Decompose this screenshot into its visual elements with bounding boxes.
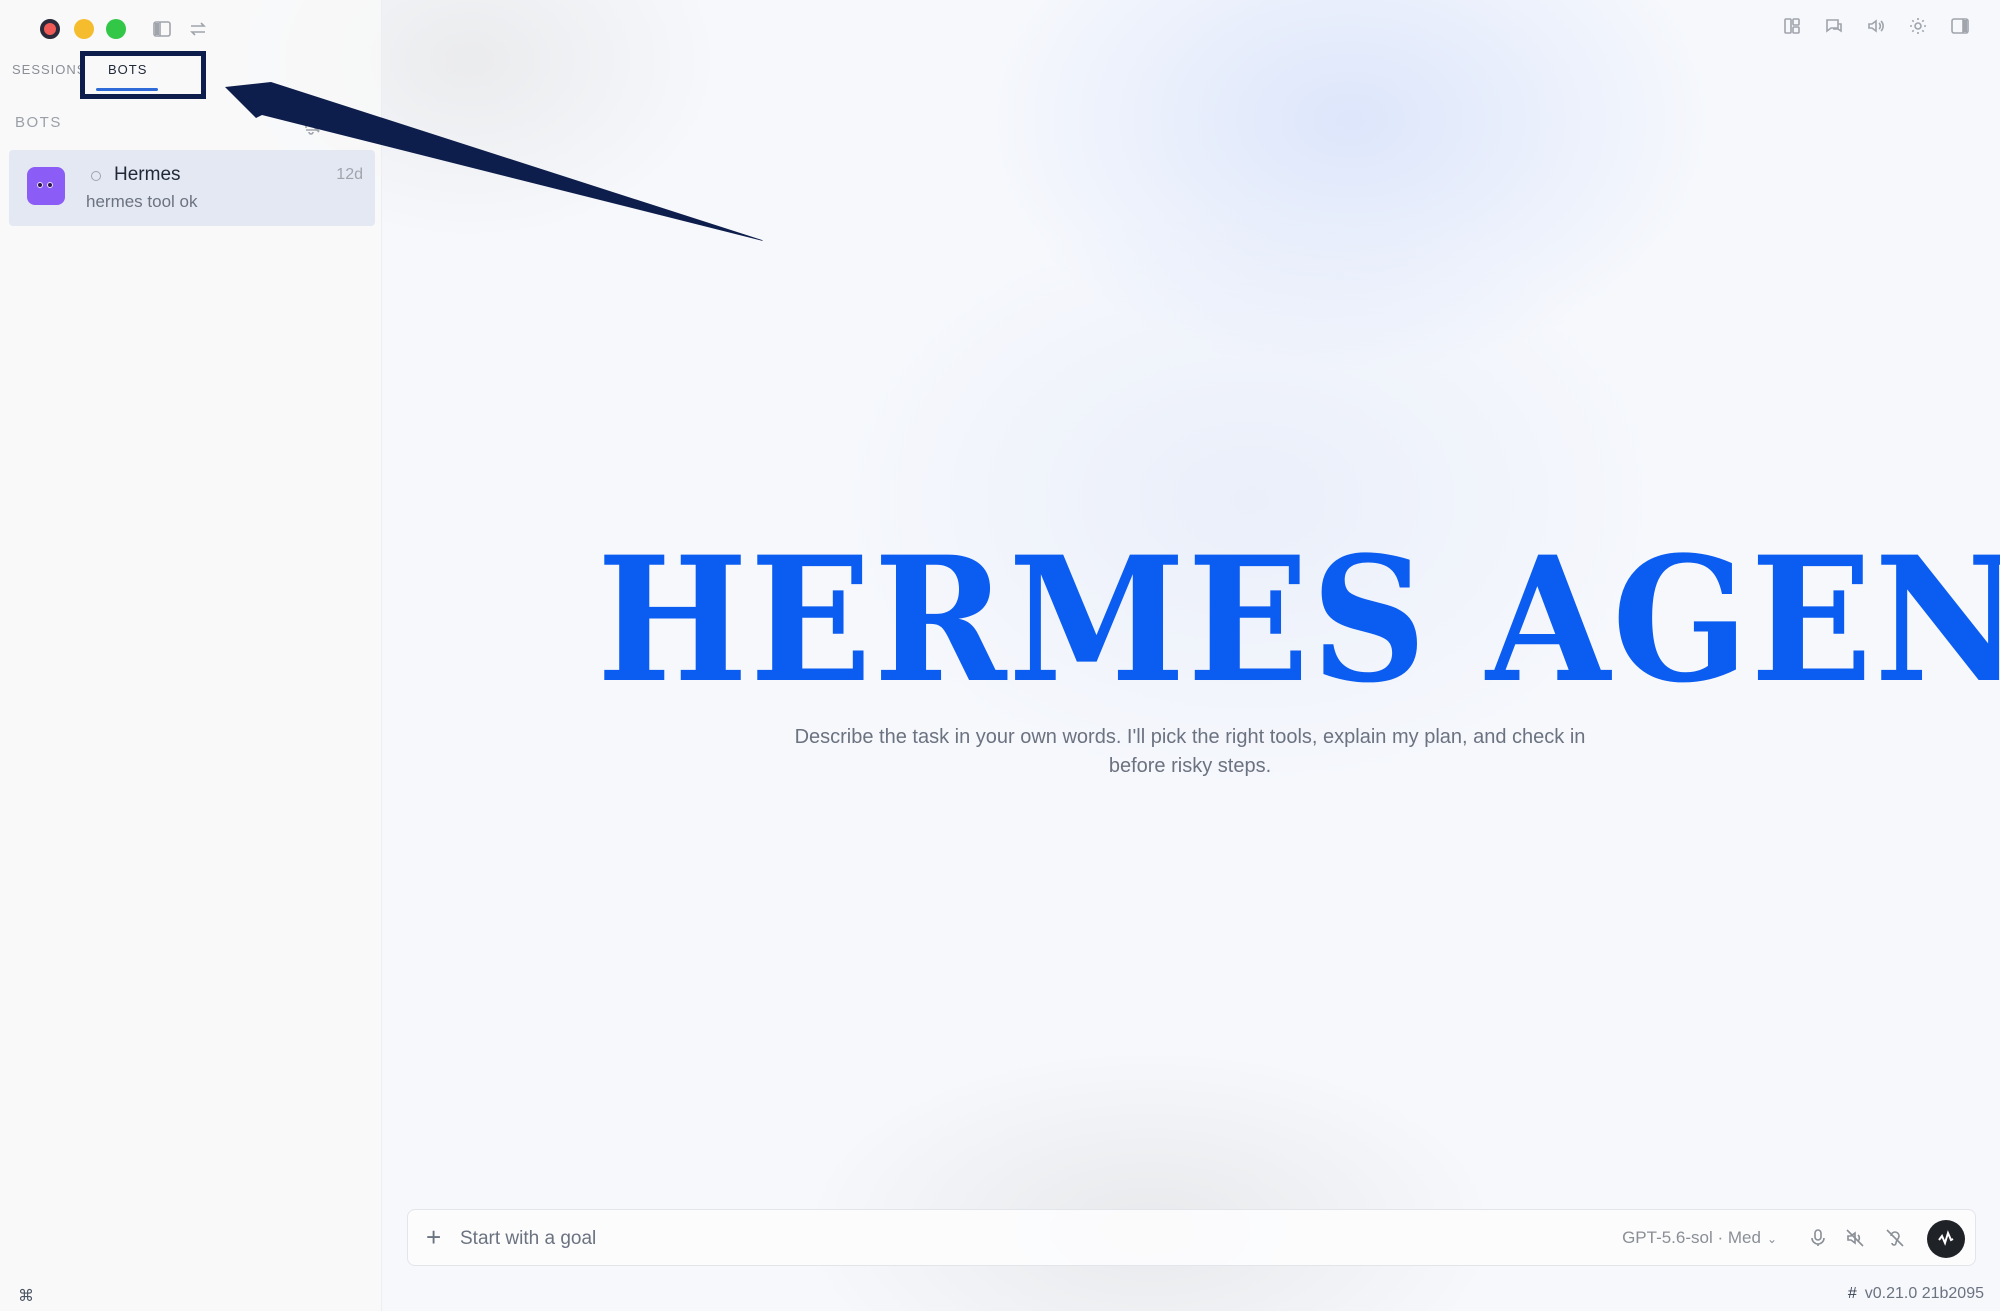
status-indicator-icon — [91, 171, 101, 181]
panel-icon[interactable] — [1948, 14, 1972, 38]
bell-off-icon[interactable] — [300, 113, 324, 137]
volume-icon[interactable] — [1864, 14, 1888, 38]
window-maximize-button[interactable] — [106, 19, 126, 39]
window-minimize-button[interactable] — [74, 19, 94, 39]
section-label-bots: BOTS — [15, 114, 62, 131]
mic-icon[interactable] — [1806, 1226, 1830, 1250]
hero-title: HERMES AGENT — [596, 518, 2000, 721]
annotation-highlight-box — [80, 51, 206, 99]
app-window: SESSIONS BOTS BOTS | Hermes 12d hermes t… — [0, 0, 2000, 1311]
bot-name: Hermes — [114, 164, 181, 185]
gear-icon[interactable] — [1906, 14, 1930, 38]
command-icon[interactable]: ⌘ — [18, 1286, 34, 1306]
avatar-eye-icon — [37, 182, 43, 188]
plus-icon[interactable]: + — [426, 1222, 441, 1252]
bot-list-item[interactable]: Hermes 12d hermes tool ok — [9, 150, 375, 226]
ear-off-icon[interactable] — [1883, 1226, 1907, 1250]
version-label: v0.21.0 — [1864, 1285, 1918, 1302]
volume-off-icon[interactable] — [1843, 1226, 1867, 1250]
avatar-eye-icon — [47, 182, 53, 188]
version-info: # v0.21.0 21b2095 — [1848, 1285, 1984, 1303]
model-selector-label: GPT-5.6-sol · Med — [1622, 1228, 1761, 1247]
top-right-toolbar — [1780, 14, 1972, 38]
hero-tagline: Describe the task in your own words. I'l… — [794, 726, 1586, 777]
chevron-down-icon: ⌄ — [1766, 1232, 1777, 1246]
sidebar-toggle-icon[interactable] — [150, 17, 174, 41]
chat-icon[interactable] — [1822, 14, 1846, 38]
bot-timestamp: 12d — [336, 166, 363, 183]
swap-icon[interactable] — [186, 17, 210, 41]
sidebar: SESSIONS BOTS BOTS | Hermes 12d hermes t… — [0, 0, 382, 1311]
window-close-button[interactable] — [40, 19, 60, 39]
tab-sessions[interactable]: SESSIONS — [12, 62, 86, 77]
composer: + GPT-5.6-sol · Med ⌄ — [407, 1209, 1976, 1266]
hash-icon: # — [1847, 1285, 1857, 1302]
layout-icon[interactable] — [1780, 14, 1804, 38]
voice-mode-button[interactable] — [1927, 1220, 1965, 1258]
build-label: 21b2095 — [1921, 1285, 1984, 1302]
bot-avatar — [27, 167, 65, 205]
waveform-icon — [1938, 1230, 1954, 1246]
more-icon[interactable]: | — [348, 112, 353, 133]
bot-preview: hermes tool ok — [86, 192, 198, 211]
model-selector[interactable]: GPT-5.6-sol · Med ⌄ — [1622, 1228, 1777, 1248]
goal-input[interactable] — [460, 1224, 1360, 1254]
